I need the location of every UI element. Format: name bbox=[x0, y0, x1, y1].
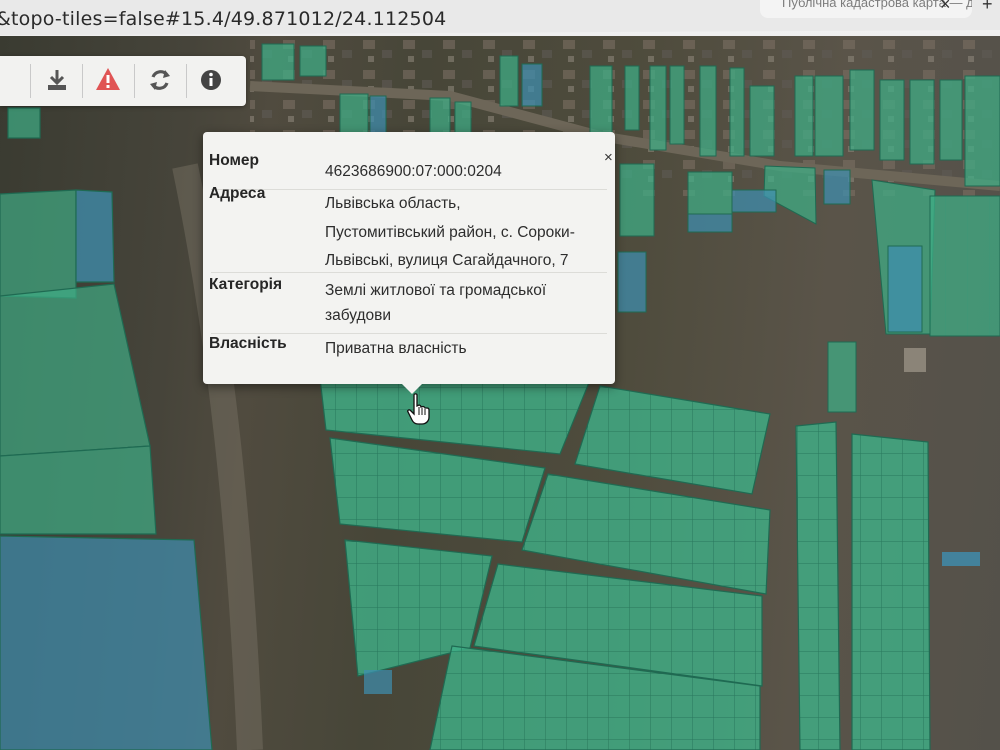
value-address-line2: Пустомитівський район, с. Сороки- bbox=[325, 224, 575, 241]
parcel-info-popup: × Номер 4623686900:07:000:0204 Адреса Ль… bbox=[203, 132, 615, 394]
refresh-icon[interactable] bbox=[145, 65, 175, 95]
download-icon[interactable] bbox=[42, 65, 72, 95]
toolbar-divider bbox=[134, 64, 135, 98]
toolbar-divider bbox=[186, 64, 187, 98]
hand-cursor-icon bbox=[406, 393, 432, 430]
small-parcel bbox=[942, 552, 980, 566]
label-category: Категорія bbox=[209, 276, 283, 293]
row-divider bbox=[211, 272, 607, 273]
tab-close-icon[interactable]: × bbox=[940, 0, 951, 15]
url-text[interactable]: &topo-tiles=false#15.4/49.871012/24.1125… bbox=[0, 8, 446, 30]
value-number: 4623686900:07:000:0204 bbox=[325, 163, 502, 180]
building bbox=[904, 348, 926, 372]
new-tab-icon[interactable]: + bbox=[982, 0, 993, 15]
label-ownership: Власність bbox=[209, 335, 287, 352]
value-address-line3: Львівські, вулиця Сагайдачного, 7 bbox=[325, 252, 569, 269]
label-number: Номер bbox=[209, 152, 260, 169]
toolbar-divider bbox=[82, 64, 83, 98]
toolbar-divider bbox=[30, 64, 31, 98]
value-ownership: Приватна власність bbox=[325, 340, 467, 357]
map-toolbar bbox=[0, 56, 246, 106]
close-icon[interactable]: × bbox=[604, 150, 613, 165]
small-parcel bbox=[364, 670, 392, 694]
warning-icon[interactable] bbox=[93, 65, 123, 95]
subdivision-grid bbox=[320, 378, 930, 750]
label-address: Адреса bbox=[209, 185, 266, 202]
info-icon[interactable] bbox=[196, 65, 226, 95]
value-address-line1: Львівська область, bbox=[325, 195, 461, 212]
value-category-line2: забудови bbox=[325, 307, 392, 324]
